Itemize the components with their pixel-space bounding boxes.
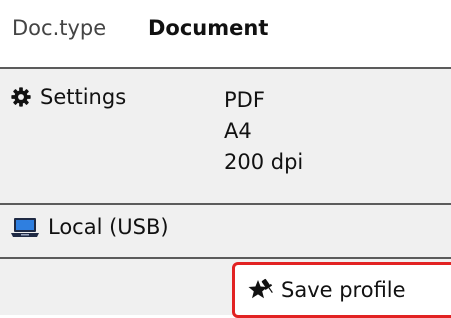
save-profile-row: Save profile <box>0 259 451 318</box>
settings-value-format: PDF <box>224 88 265 112</box>
settings-row: Settings PDF A4 200 dpi <box>0 69 451 203</box>
destination-button[interactable]: Local (USB) <box>10 215 169 239</box>
save-profile-label: Save profile <box>281 278 406 302</box>
save-profile-button[interactable]: Save profile <box>232 262 451 318</box>
doc-type-value: Document <box>148 16 269 40</box>
settings-value-paper-size: A4 <box>224 119 252 143</box>
gear-icon <box>10 86 32 108</box>
settings-values: PDF A4 200 dpi <box>224 85 303 178</box>
destination-label: Local (USB) <box>48 215 169 239</box>
destination-row: Local (USB) <box>0 205 451 257</box>
settings-value-resolution: 200 dpi <box>224 150 304 174</box>
laptop-icon <box>10 216 40 238</box>
star-pin-icon <box>247 278 273 302</box>
doc-type-label: Doc.type <box>12 16 107 40</box>
doc-type-row: Doc.type Document <box>0 0 451 67</box>
settings-button[interactable]: Settings <box>10 85 126 109</box>
settings-label: Settings <box>40 85 127 109</box>
